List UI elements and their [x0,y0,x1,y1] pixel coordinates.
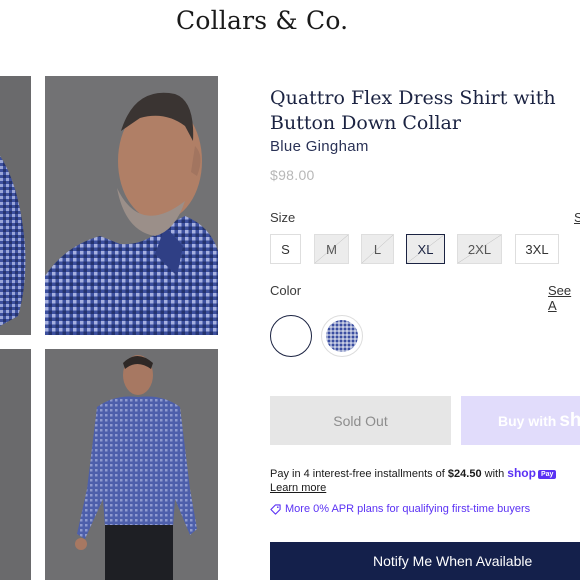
product-photo-1[interactable] [0,76,31,335]
size-option-label: 3XL [525,241,549,257]
see-all-colors-link[interactable]: See A [548,283,580,313]
product-variant: Blue Gingham [270,138,369,155]
installment-with: with [481,468,508,480]
sold-out-button[interactable]: Sold Out [270,396,451,445]
product-photo-4[interactable] [45,349,218,580]
brand-logo[interactable]: Collars & Co. [176,6,348,35]
product-title-line-2: Button Down Collar [270,112,461,134]
product-photo-3[interactable] [0,349,31,580]
learn-more-link[interactable]: Learn more [270,482,326,494]
shop-logo: shop [507,466,536,480]
size-option-m[interactable]: M [314,234,349,264]
size-option-l[interactable]: L [361,234,394,264]
installment-amount: $24.50 [447,468,482,480]
apr-text: More 0% APR plans for qualifying first-t… [285,503,531,515]
size-option-label: XL [417,241,434,257]
size-option-2xl[interactable]: 2XL [457,234,502,264]
size-chart-link[interactable]: S [574,210,580,225]
notify-me-button[interactable]: Notify Me When Available [270,542,580,580]
size-option-3xl[interactable]: 3XL [515,234,559,264]
color-swatch-white[interactable] [270,315,312,357]
product-title: Quattro Flex Dress Shirt with Button Dow… [270,86,570,136]
product-title-line-1: Quattro Flex Dress Shirt with [270,87,556,109]
size-option-label: M [326,241,337,257]
shop-pay-logo: sh [559,409,580,431]
size-option-s[interactable]: S [270,234,301,264]
size-option-xl[interactable]: XL [406,234,445,264]
size-option-label: 2XL [467,241,492,257]
tag-icon [270,503,281,515]
color-label: Color [270,283,302,298]
apr-plans-link[interactable]: More 0% APR plans for qualifying first-t… [270,503,530,515]
size-option-label: S [281,241,290,257]
pay-badge: Pay [537,469,557,479]
buy-with-label: Buy with [498,412,557,429]
product-price: $98.00 [270,167,315,183]
product-photo-2[interactable] [45,76,218,335]
color-swatch-blue-gingham[interactable] [321,315,363,357]
installment-prefix: Pay in 4 interest-free installments of [270,468,448,480]
installments-text: Pay in 4 interest-free installments of $… [270,466,557,480]
buy-with-shop-button[interactable]: Buy with sh [461,396,580,445]
size-label: Size [270,210,296,225]
size-option-label: L [373,241,382,257]
gingham-pattern [326,320,358,352]
